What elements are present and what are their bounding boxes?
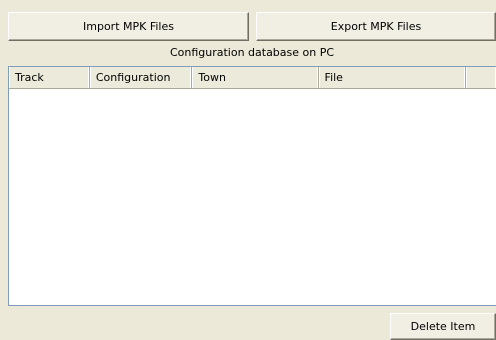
list-header: Track Configuration Town File: [9, 67, 496, 89]
import-mpk-files-button[interactable]: Import MPK Files: [8, 12, 249, 41]
column-header-town[interactable]: Town: [192, 67, 319, 88]
column-header-configuration[interactable]: Configuration: [89, 67, 193, 88]
configuration-list[interactable]: Track Configuration Town File: [8, 66, 496, 306]
list-body[interactable]: [9, 89, 496, 305]
database-section-label: Configuration database on PC: [169, 46, 335, 59]
column-header-track[interactable]: Track: [9, 67, 90, 88]
delete-item-button[interactable]: Delete Item: [390, 313, 496, 340]
column-header-file[interactable]: File: [318, 67, 467, 88]
export-mpk-files-button[interactable]: Export MPK Files: [256, 12, 496, 41]
column-header-extra[interactable]: [466, 67, 496, 88]
